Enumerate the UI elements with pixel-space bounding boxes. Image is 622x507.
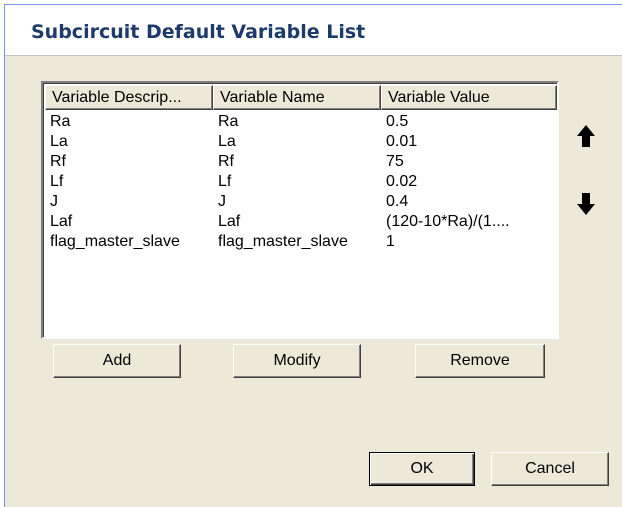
cell-name: Rf [218, 153, 234, 170]
cell-description: Ra [50, 113, 71, 130]
cell-value: 75 [386, 153, 404, 170]
cell-description: La [50, 133, 68, 150]
cell-name: J [218, 193, 226, 210]
cell-description: Laf [50, 213, 73, 230]
move-down-button[interactable] [575, 191, 597, 217]
column-header-description[interactable]: Variable Descrip... [45, 85, 213, 110]
cell-value: (120-10*Ra)/(1.... [386, 213, 510, 230]
variable-list[interactable]: Variable Descrip... Variable Name Variab… [41, 81, 559, 339]
cell-value: 0.01 [386, 133, 418, 150]
cell-value: 0.02 [386, 173, 418, 190]
modify-button[interactable]: Modify [233, 344, 361, 378]
cell-name: flag_master_slave [218, 233, 348, 250]
cell-description: Lf [50, 173, 64, 190]
cell-description: flag_master_slave [50, 233, 180, 250]
ok-button[interactable]: OK [369, 452, 475, 486]
cell-name: La [218, 133, 236, 150]
dialog-header: Subcircuit Default Variable List [5, 5, 622, 55]
header-divider [5, 55, 622, 56]
cell-value: 1 [386, 233, 395, 250]
add-button[interactable]: Add [53, 344, 181, 378]
arrow-up-icon [577, 125, 595, 147]
cancel-button[interactable]: Cancel [491, 452, 609, 486]
column-header-value[interactable]: Variable Value [381, 85, 557, 110]
column-header-name[interactable]: Variable Name [213, 85, 381, 110]
cell-name: Ra [218, 113, 239, 130]
dialog-title: Subcircuit Default Variable List [31, 21, 366, 43]
list-header: Variable Descrip... Variable Name Variab… [45, 85, 557, 110]
arrow-down-icon [577, 193, 595, 215]
cell-description: J [50, 193, 58, 210]
cell-value: 0.4 [386, 193, 409, 210]
remove-button[interactable]: Remove [415, 344, 545, 378]
cell-name: Laf [218, 213, 241, 230]
cell-value: 0.5 [386, 113, 409, 130]
move-up-button[interactable] [575, 123, 597, 149]
dialog-window: Subcircuit Default Variable List Variabl… [4, 4, 622, 507]
cell-description: Rf [50, 153, 66, 170]
cell-name: Lf [218, 173, 232, 190]
